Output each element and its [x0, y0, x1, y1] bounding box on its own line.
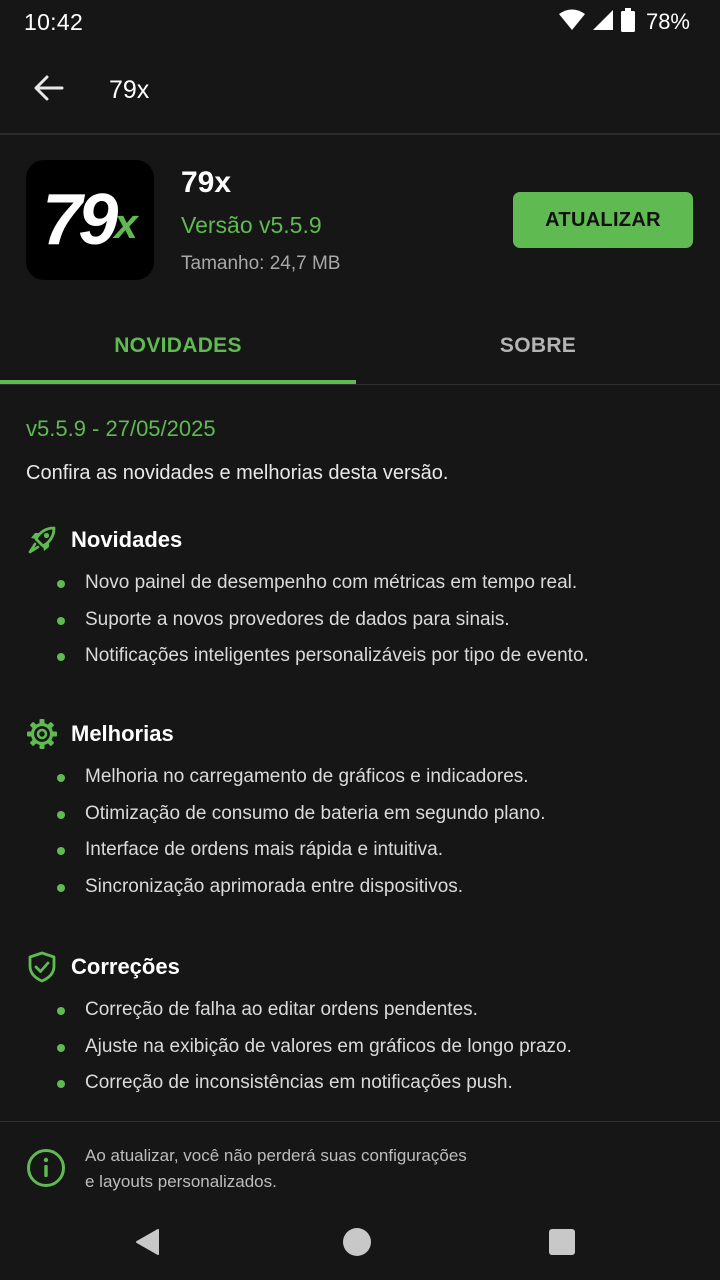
release-intro: Confira as novidades e melhorias desta v… — [26, 462, 449, 484]
update-info-text: Ao atualizar, você não perderá suas conf… — [85, 1143, 515, 1195]
tabs-divider — [0, 384, 720, 385]
update-button[interactable]: ATUALIZAR — [513, 192, 693, 248]
back-triangle-icon — [134, 1228, 160, 1261]
list-item: Correção de falha ao editar ordens pende… — [26, 997, 706, 1034]
tab-novidades[interactable]: NOVIDADES — [0, 310, 356, 382]
nav-home-button[interactable] — [337, 1224, 377, 1264]
tab-bar: NOVIDADES SOBRE — [0, 310, 720, 386]
bullet-list: Novo painel de desempenho com métricas e… — [26, 570, 706, 680]
app-logo: 79 x — [26, 160, 154, 280]
list-item: Ajuste na exibição de valores em gráfico… — [26, 1034, 706, 1071]
arrow-left-icon — [34, 75, 64, 106]
list-item: Sincronização aprimorada entre dispositi… — [26, 874, 706, 911]
update-info-line: e layouts personalizados. — [85, 1172, 277, 1191]
back-button[interactable] — [21, 62, 77, 118]
app-version: Versão v5.5.9 — [181, 212, 322, 238]
section-novidades: Novidades Novo painel de desempenho com … — [26, 524, 706, 680]
tab-sobre[interactable]: SOBRE — [356, 310, 720, 382]
section-correcoes: Correções Correção de falha ao editar or… — [26, 951, 706, 1107]
list-item: Novo painel de desempenho com métricas e… — [26, 570, 706, 607]
list-item: Suporte a novos provedores de dados para… — [26, 607, 706, 644]
section-header: Melhorias — [26, 718, 706, 750]
section-header: Novidades — [26, 524, 706, 556]
recents-square-icon — [548, 1228, 576, 1261]
shield-check-icon — [26, 951, 58, 983]
list-item: Otimização de consumo de bateria em segu… — [26, 801, 706, 838]
status-icons: 78% — [558, 7, 690, 37]
footer-divider — [0, 1121, 720, 1122]
app-logo-accent: x — [114, 200, 138, 247]
section-melhorias: Melhorias Melhoria no carregamento de gr… — [26, 718, 706, 911]
app-size: Tamanho: 24,7 MB — [181, 253, 341, 274]
status-time: 10:42 — [24, 8, 84, 35]
home-circle-icon — [342, 1227, 372, 1262]
bullet-list: Melhoria no carregamento de gráficos e i… — [26, 764, 706, 911]
section-title: Melhorias — [71, 721, 174, 746]
section-header: Correções — [26, 951, 706, 983]
app-name: 79x — [181, 166, 232, 199]
wifi-icon — [558, 9, 586, 36]
status-bar: 10:42 78% — [0, 0, 720, 44]
list-item: Correção de inconsistências em notificaç… — [26, 1070, 706, 1107]
battery-percent: 78% — [645, 9, 690, 34]
bullet-list: Correção de falha ao editar ordens pende… — [26, 997, 706, 1107]
app-bar: 79x — [0, 52, 720, 128]
info-icon — [26, 1148, 66, 1188]
list-item: Notificações inteligentes personalizávei… — [26, 643, 706, 680]
rocket-icon — [26, 524, 58, 556]
system-nav-bar — [0, 1206, 720, 1280]
section-title: Correções — [71, 954, 180, 979]
section-title: Novidades — [71, 527, 183, 552]
signal-icon — [592, 9, 614, 36]
gear-icon — [26, 718, 58, 750]
list-item: Melhoria no carregamento de gráficos e i… — [26, 764, 706, 801]
app-bar-title: 79x — [109, 75, 150, 104]
update-info-line: Ao atualizar, você não perderá suas conf… — [85, 1146, 467, 1165]
nav-back-button[interactable] — [127, 1224, 167, 1264]
battery-icon — [620, 7, 636, 37]
list-item: Interface de ordens mais rápida e intuit… — [26, 837, 706, 874]
nav-recents-button[interactable] — [542, 1224, 582, 1264]
release-heading: v5.5.9 - 27/05/2025 — [26, 416, 216, 441]
app-logo-text: 79 — [42, 180, 118, 260]
app-bar-divider — [0, 133, 720, 135]
